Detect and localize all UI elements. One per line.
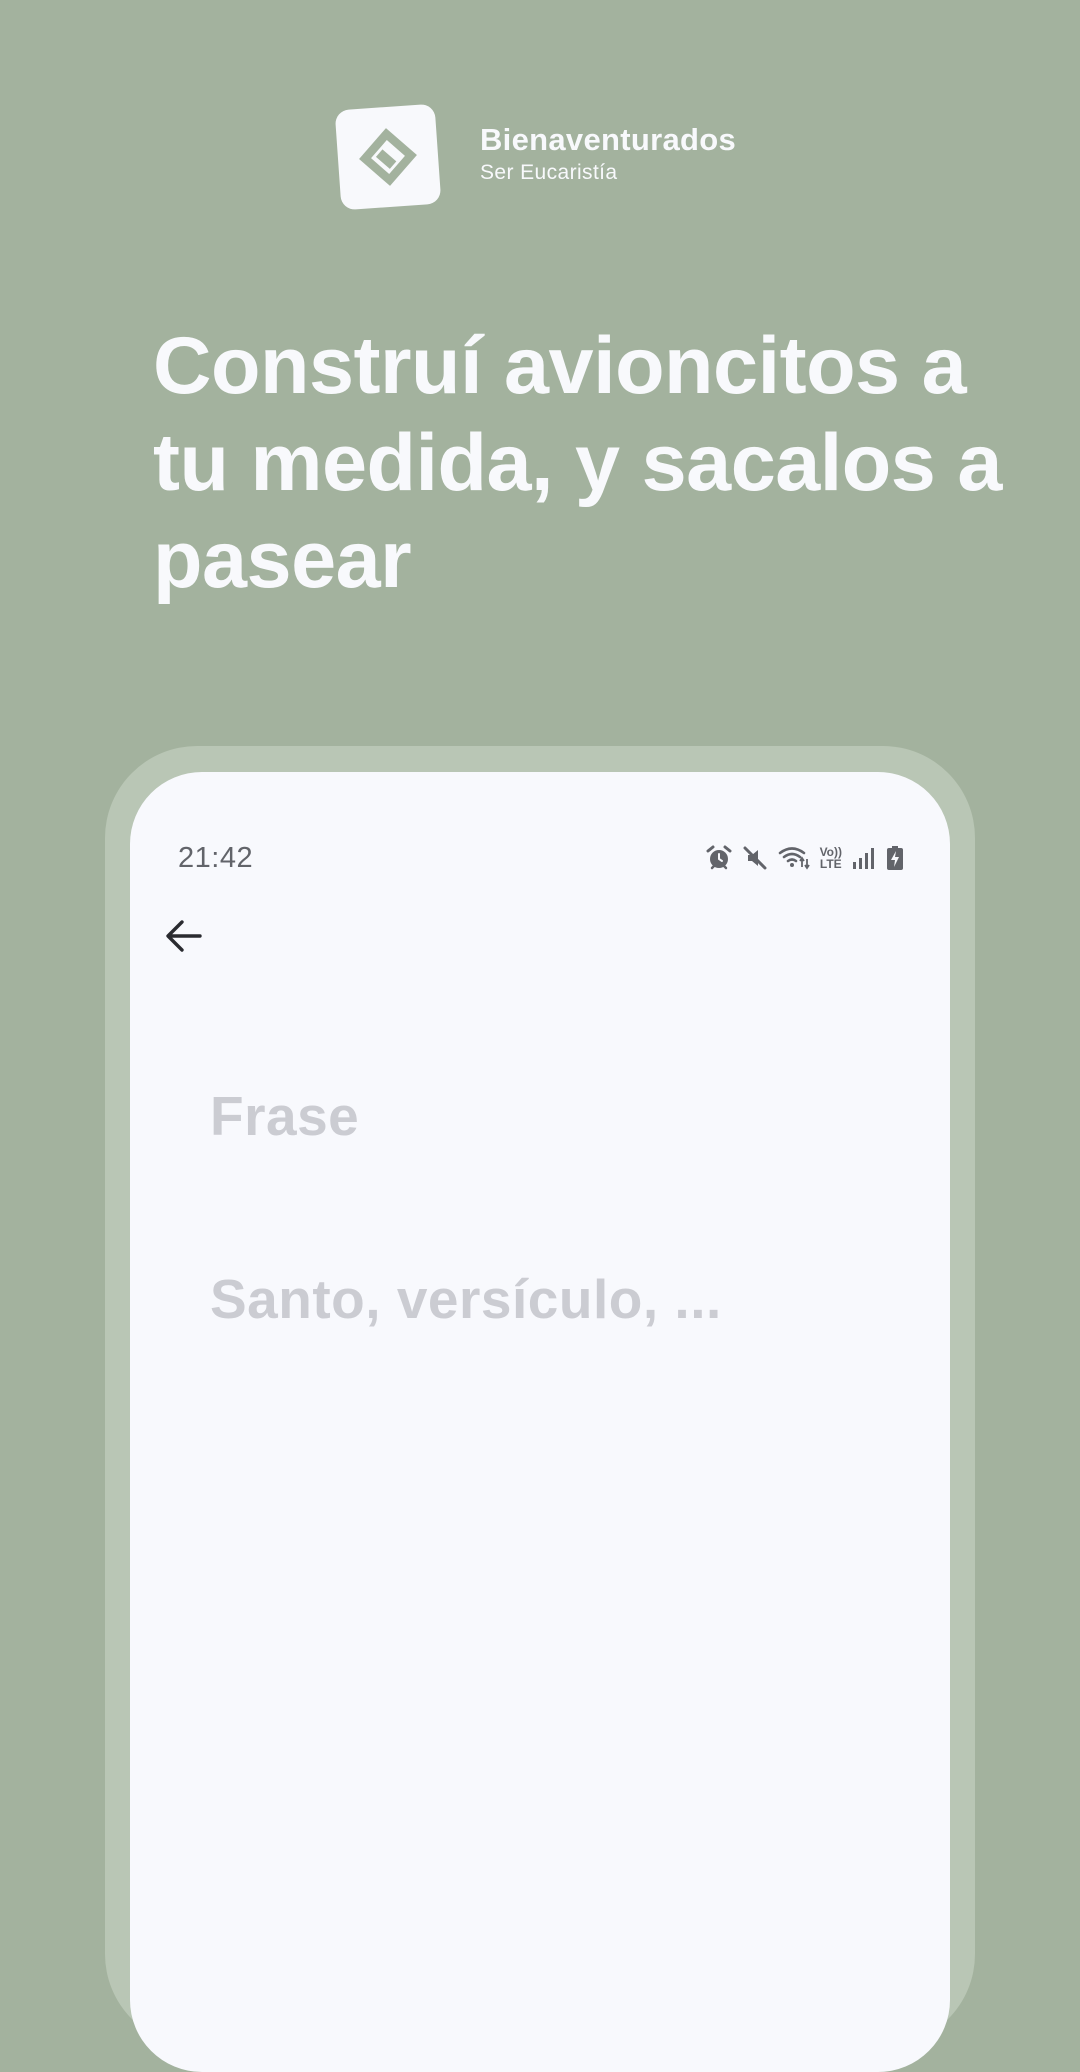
wifi-icon (778, 845, 810, 871)
brand-header: Bienaventurados Ser Eucaristía (334, 103, 736, 211)
brand-tagline: Ser Eucaristía (480, 161, 618, 184)
signal-icon (852, 846, 876, 870)
back-button[interactable] (160, 912, 208, 960)
arrow-left-icon (166, 920, 202, 952)
volte-icon: Vo)) LTE (820, 846, 842, 870)
brand-text: Bienaventurados Ser Eucaristía (480, 122, 736, 186)
phone-screen: 21:42 Vo)) LTE Frase Santo, versículo, .… (130, 772, 950, 2072)
status-bar: 21:42 Vo)) LTE (178, 838, 904, 878)
app-logo (334, 103, 442, 211)
volte-bottom-label: LTE (819, 857, 842, 871)
bienaventurados-logo-icon (359, 128, 417, 186)
phrase-input[interactable]: Frase (210, 1084, 359, 1148)
status-icons: Vo)) LTE (706, 845, 904, 871)
brand-name: Bienaventurados (480, 122, 737, 157)
status-time: 21:42 (178, 841, 254, 874)
promo-headline: Construí avioncitos a tu medida, y sacal… (153, 321, 1002, 605)
alarm-icon (706, 845, 732, 871)
mute-icon (742, 845, 768, 871)
battery-charging-icon (886, 845, 904, 871)
source-input[interactable]: Santo, versículo, ... (210, 1267, 722, 1331)
